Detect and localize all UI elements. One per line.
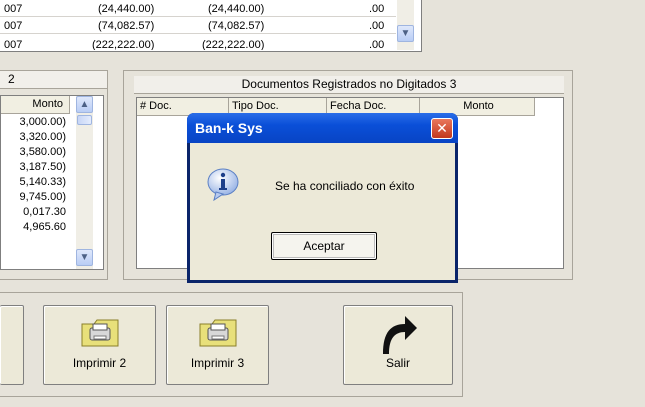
list-item[interactable]: 3,187.50) (1, 161, 69, 175)
list-item[interactable]: 3,320.00) (1, 131, 69, 145)
cell-amount: (222,222.00) (202, 39, 265, 50)
list-item[interactable]: 0,017.30 (1, 206, 69, 220)
left-group-title: 2 (0, 71, 107, 89)
left-group-box: 2 Monto 3,000.00) 3,320.00) 3,580.00) 3,… (0, 70, 108, 280)
right-group-title: Documentos Registrados no Digitados 3 (134, 76, 564, 94)
list-item[interactable]: 3,580.00) (1, 146, 69, 160)
dialog-message: Se ha conciliado con éxito (275, 179, 415, 193)
cell-diff: .00 (369, 20, 385, 32)
hidden-button[interactable] (0, 305, 24, 385)
cell-amount: (74,082.57) (208, 20, 265, 32)
dialog-titlebar[interactable]: Ban-k Sys ✕ (187, 113, 458, 143)
close-icon[interactable]: ✕ (431, 118, 453, 139)
left-grid-scrollbar[interactable]: ▲ ▼ (76, 96, 93, 269)
info-icon (206, 167, 239, 202)
cell-amount: (74,082.57) (98, 20, 155, 32)
imprimir-2-button[interactable]: Imprimir 2 (43, 305, 156, 385)
cell-amount: (24,440.00) (98, 3, 155, 15)
list-item[interactable]: 4,965.60 (1, 221, 69, 235)
cell-amount: (222,222.00) (92, 39, 155, 50)
salir-button[interactable]: Salir (343, 305, 453, 385)
cell-diff: .00 (369, 39, 385, 50)
scroll-down-icon[interactable]: ▼ (397, 25, 414, 42)
dialog-title: Ban-k Sys (195, 120, 263, 136)
printer-folder-icon (80, 316, 120, 351)
action-panel: Imprimir 2 Imprimir 3 Salir (0, 292, 463, 397)
scroll-up-icon[interactable]: ▲ (76, 96, 93, 113)
table-row[interactable]: 007 (74,082.57) (74,082.57) .00 (0, 19, 396, 34)
list-item[interactable]: 5,140.33) (1, 176, 69, 190)
column-header-monto[interactable]: Monto (1, 96, 70, 114)
scroll-down-icon[interactable]: ▼ (76, 249, 93, 266)
left-grid: Monto 3,000.00) 3,320.00) 3,580.00) 3,18… (0, 95, 104, 270)
dialog-body: Se ha conciliado con éxito Aceptar (190, 143, 455, 280)
aceptar-button[interactable]: Aceptar (271, 232, 377, 260)
cell-date: 007 (4, 39, 23, 50)
message-dialog: Ban-k Sys ✕ Se ha conciliado con éxito A… (187, 113, 458, 283)
printer-folder-icon (198, 316, 238, 351)
table-row[interactable]: 007 (24,440.00) (24,440.00) .00 (0, 2, 396, 17)
top-grid-scrollbar[interactable]: ▼ (397, 0, 414, 50)
exit-arrow-icon (377, 310, 419, 359)
cell-diff: .00 (369, 3, 385, 15)
list-item[interactable]: 9,745.00) (1, 191, 69, 205)
scroll-thumb[interactable] (77, 115, 92, 125)
salir-label: Salir (385, 356, 410, 370)
list-item[interactable]: 3,000.00) (1, 116, 69, 130)
cell-date: 007 (4, 20, 23, 32)
cell-date: 007 (4, 3, 23, 15)
imprimir-3-label: Imprimir 3 (190, 356, 245, 370)
cell-amount: (24,440.00) (208, 3, 265, 15)
top-grid: 007 (24,440.00) (24,440.00) .00 007 (74,… (0, 0, 422, 52)
table-row[interactable]: 007 (222,222.00) (222,222.00) .00 (0, 36, 396, 50)
imprimir-3-button[interactable]: Imprimir 3 (166, 305, 269, 385)
imprimir-2-label: Imprimir 2 (72, 356, 127, 370)
